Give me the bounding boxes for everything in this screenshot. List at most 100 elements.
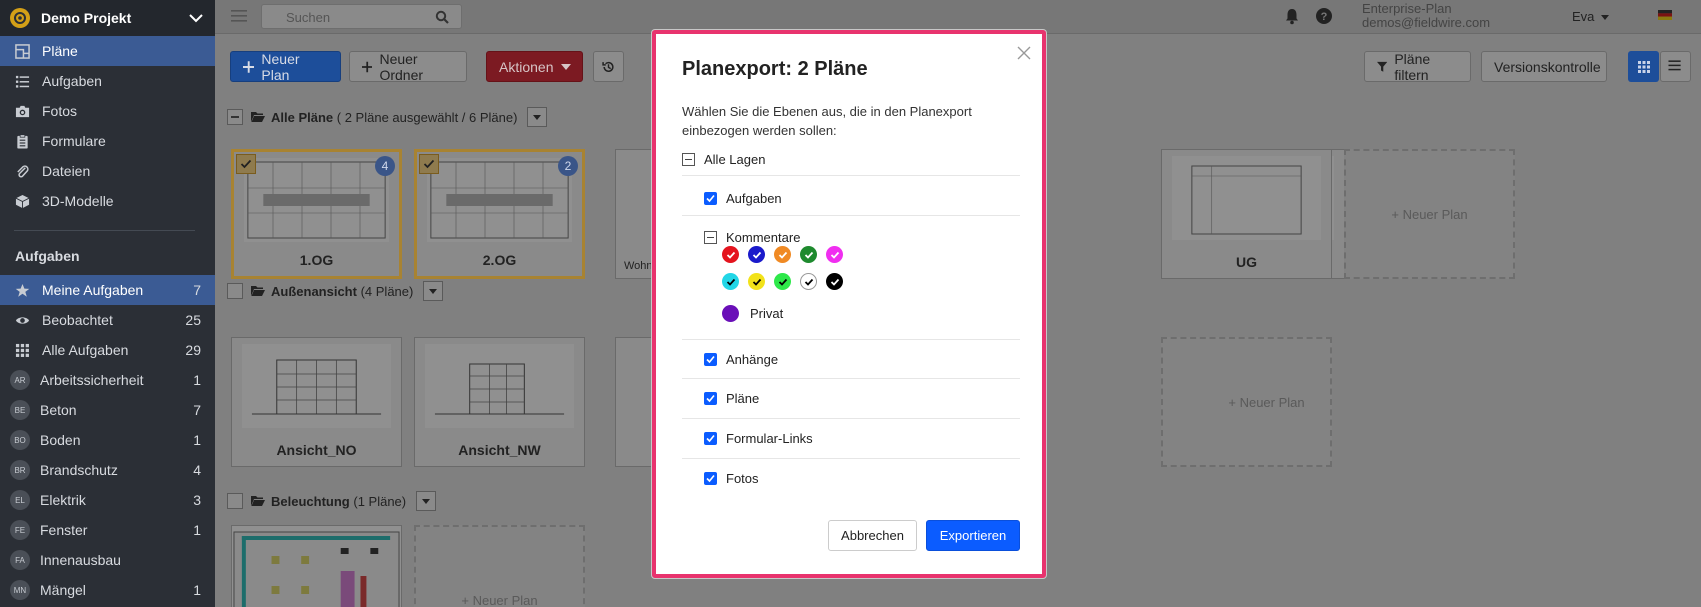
new-folder-button[interactable]: Neuer Ordner bbox=[349, 51, 467, 83]
sidebar-item-my-tasks[interactable]: Meine Aufgaben 7 bbox=[0, 275, 215, 305]
plan-card[interactable] bbox=[615, 337, 655, 467]
folder-open-icon bbox=[251, 496, 265, 506]
plan-select-checkbox[interactable] bbox=[419, 154, 439, 174]
photos-checkbox[interactable] bbox=[704, 472, 717, 485]
comments-checkbox[interactable] bbox=[704, 231, 717, 244]
category-avatar: FE bbox=[10, 520, 30, 540]
group-dropdown-button[interactable] bbox=[416, 491, 437, 511]
comment-color-dot[interactable] bbox=[826, 273, 843, 290]
sidebar-item-files[interactable]: Dateien bbox=[0, 156, 215, 186]
check-icon bbox=[726, 251, 735, 259]
layer-form-links[interactable]: Formular-Links bbox=[704, 431, 1020, 446]
layer-photos[interactable]: Fotos bbox=[704, 471, 1020, 486]
plans-checkbox[interactable] bbox=[704, 392, 717, 405]
caret-down-icon bbox=[533, 114, 542, 120]
plan-card[interactable]: 2 2.OG bbox=[414, 149, 585, 279]
caret-down-icon bbox=[422, 498, 431, 504]
project-switcher[interactable]: Demo Projekt bbox=[0, 0, 215, 36]
history-button[interactable] bbox=[593, 51, 624, 82]
user-menu[interactable]: Eva bbox=[1572, 9, 1610, 24]
comment-color-dot[interactable] bbox=[722, 246, 739, 263]
export-button[interactable]: Exportieren bbox=[926, 520, 1020, 551]
sidebar-item-plans[interactable]: Pläne bbox=[0, 36, 215, 66]
comment-color-dot[interactable] bbox=[748, 246, 765, 263]
cancel-button[interactable]: Abbrechen bbox=[828, 520, 917, 551]
sidebar-item-category[interactable]: AR Arbeitssicherheit 1 bbox=[0, 365, 215, 395]
plan-card[interactable]: Ansicht_NO bbox=[231, 337, 402, 467]
list-view-toggle[interactable] bbox=[1660, 51, 1691, 82]
chevron-down-icon[interactable] bbox=[187, 9, 205, 27]
sidebar-item-label: Pläne bbox=[42, 43, 78, 59]
form-links-checkbox[interactable] bbox=[704, 432, 717, 445]
search-icon[interactable] bbox=[435, 10, 449, 24]
comment-color-dot[interactable] bbox=[774, 246, 791, 263]
layer-attachments[interactable]: Anhänge bbox=[704, 352, 1020, 367]
german-flag-icon[interactable] bbox=[1658, 10, 1672, 20]
new-plan-button[interactable]: Neuer Plan bbox=[230, 51, 341, 83]
sidebar-item-category[interactable]: MN Mängel 1 bbox=[0, 575, 215, 605]
add-plan-card[interactable]: + Neuer Plan bbox=[1344, 149, 1515, 279]
help-icon[interactable]: ? bbox=[1315, 7, 1333, 25]
group-select-checkbox[interactable] bbox=[227, 109, 243, 125]
button-label: Pläne filtern bbox=[1394, 50, 1431, 83]
add-plan-card[interactable]: + Neuer Plan bbox=[414, 525, 585, 607]
plan-select-checkbox[interactable] bbox=[236, 154, 256, 174]
filter-plans-button[interactable]: Pläne filtern bbox=[1364, 50, 1471, 83]
sidebar-item-watched[interactable]: Beobachtet 25 bbox=[0, 305, 215, 335]
attachments-checkbox[interactable] bbox=[704, 353, 717, 366]
comment-color-dot[interactable] bbox=[748, 273, 765, 290]
sidebar-item-label: Innenausbau bbox=[40, 552, 121, 568]
comment-color-dot[interactable] bbox=[722, 273, 739, 290]
layer-tasks[interactable]: Aufgaben bbox=[704, 191, 1020, 206]
grid-view-toggle[interactable] bbox=[1628, 51, 1659, 82]
category-avatar: BO bbox=[10, 430, 30, 450]
close-icon[interactable] bbox=[1017, 46, 1031, 60]
sidebar-item-forms[interactable]: Formulare bbox=[0, 126, 215, 156]
group-dropdown-button[interactable] bbox=[527, 107, 548, 127]
sidebar-item-category[interactable]: BO Boden 1 bbox=[0, 425, 215, 455]
actions-button[interactable]: Aktionen bbox=[486, 51, 583, 82]
group-select-checkbox[interactable] bbox=[227, 283, 243, 299]
sidebar-item-3d-models[interactable]: 3D-Modelle bbox=[0, 186, 215, 216]
tasks-checkbox[interactable] bbox=[704, 192, 717, 205]
group-name: Außenansicht bbox=[271, 283, 357, 299]
sidebar-item-category[interactable]: FE Fenster 1 bbox=[0, 515, 215, 545]
sidebar-item-label: Aufgaben bbox=[42, 73, 102, 89]
check-icon bbox=[830, 251, 839, 259]
private-color-dot[interactable] bbox=[722, 305, 739, 322]
plan-card[interactable]: UG bbox=[1161, 149, 1332, 279]
search-placeholder: Suchen bbox=[286, 10, 331, 25]
sidebar-item-photos[interactable]: Fotos bbox=[0, 96, 215, 126]
sidebar-item-category[interactable]: BE Beton 7 bbox=[0, 395, 215, 425]
layer-all[interactable]: Alle Lagen bbox=[682, 152, 1020, 167]
plan-card[interactable]: 4 1.OG bbox=[231, 149, 402, 279]
bell-icon[interactable] bbox=[1283, 7, 1301, 25]
category-avatar: EL bbox=[10, 490, 30, 510]
comment-color-dot[interactable] bbox=[774, 273, 791, 290]
plan-card[interactable]: Ansicht_NW bbox=[414, 337, 585, 467]
task-count-badge: 4 bbox=[375, 156, 395, 176]
layer-comments[interactable]: Kommentare bbox=[704, 230, 1020, 245]
all-layers-checkbox[interactable] bbox=[682, 153, 695, 166]
group-dropdown-button[interactable] bbox=[423, 281, 444, 301]
add-plan-card[interactable]: + Neuer Plan bbox=[1161, 337, 1332, 467]
sidebar-item-category[interactable]: BR Brandschutz 4 bbox=[0, 455, 215, 485]
sidebar-item-category[interactable]: FA Innenausbau bbox=[0, 545, 215, 575]
search-input[interactable]: Suchen bbox=[261, 4, 462, 29]
sidebar-item-label: Meine Aufgaben bbox=[42, 282, 144, 298]
sidebar-item-all-tasks[interactable]: Alle Aufgaben 29 bbox=[0, 335, 215, 365]
check-icon bbox=[752, 251, 761, 259]
plan-card[interactable] bbox=[231, 525, 402, 607]
layer-label: Pläne bbox=[726, 391, 760, 406]
layer-plans[interactable]: Pläne bbox=[704, 391, 1020, 406]
comment-color-dot[interactable] bbox=[800, 246, 817, 263]
comment-color-dot[interactable] bbox=[800, 273, 817, 290]
grid-icon bbox=[1638, 61, 1650, 73]
plan-card[interactable]: Wohn bbox=[615, 149, 655, 279]
sidebar-item-category[interactable]: EL Elektrik 3 bbox=[0, 485, 215, 515]
hamburger-menu-icon[interactable] bbox=[231, 9, 247, 23]
sidebar-item-tasks[interactable]: Aufgaben bbox=[0, 66, 215, 96]
comment-color-dot[interactable] bbox=[826, 246, 843, 263]
version-control-button[interactable]: Versionskontrolle bbox=[1481, 51, 1607, 82]
group-select-checkbox[interactable] bbox=[227, 493, 243, 509]
